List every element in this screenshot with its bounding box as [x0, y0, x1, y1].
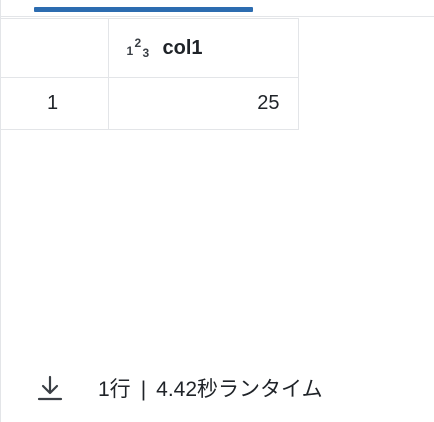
status-separator: |: [140, 378, 147, 401]
table-header-row: 1 2 3 col1: [0, 18, 299, 78]
query-results-panel: 1 2 3 col1 1 25 1行 | 4.42秒ランタイム: [0, 0, 434, 422]
tab-strip-divider: [0, 16, 434, 17]
download-icon: [37, 375, 63, 401]
download-button[interactable]: [35, 373, 65, 403]
row-number-cell: 1: [0, 77, 109, 130]
integer-type-icon: 1 2 3: [126, 36, 150, 60]
row-number-header: [0, 18, 109, 78]
results-footer: 1行 | 4.42秒ランタイム: [0, 366, 434, 410]
row-count: 1行: [98, 378, 131, 401]
table-row: 1 25: [0, 77, 299, 130]
active-tab-indicator: [34, 7, 253, 12]
runtime-label: 4.42秒ランタイム: [156, 378, 323, 401]
column-header-col1[interactable]: 1 2 3 col1: [107, 18, 299, 78]
results-table: 1 2 3 col1 1 25: [0, 18, 299, 130]
value-cell[interactable]: 25: [107, 77, 299, 130]
column-name: col1: [162, 36, 203, 59]
query-status: 1行 | 4.42秒ランタイム: [98, 373, 323, 403]
